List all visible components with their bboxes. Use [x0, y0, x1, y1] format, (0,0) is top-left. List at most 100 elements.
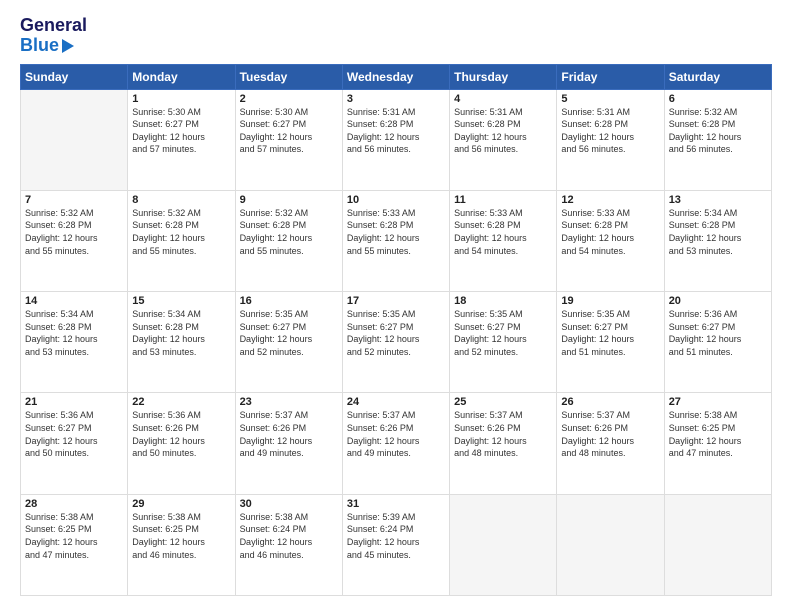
- col-header-friday: Friday: [557, 64, 664, 89]
- day-number: 23: [240, 396, 338, 408]
- day-info: Sunrise: 5:38 AM Sunset: 6:25 PM Dayligh…: [669, 409, 767, 459]
- calendar-cell: 16Sunrise: 5:35 AM Sunset: 6:27 PM Dayli…: [235, 292, 342, 393]
- day-info: Sunrise: 5:32 AM Sunset: 6:28 PM Dayligh…: [132, 207, 230, 257]
- day-number: 9: [240, 194, 338, 206]
- day-info: Sunrise: 5:36 AM Sunset: 6:27 PM Dayligh…: [669, 308, 767, 358]
- calendar-cell: 1Sunrise: 5:30 AM Sunset: 6:27 PM Daylig…: [128, 89, 235, 190]
- day-number: 18: [454, 295, 552, 307]
- calendar-cell: 3Sunrise: 5:31 AM Sunset: 6:28 PM Daylig…: [342, 89, 449, 190]
- calendar-week-row: 7 Sunrise: 5:32 AM Sunset: 6:28 PM Daylig…: [21, 190, 772, 291]
- calendar-week-row: 28Sunrise: 5:38 AM Sunset: 6:25 PM Dayli…: [21, 494, 772, 595]
- day-info: Sunrise: 5:37 AM Sunset: 6:26 PM Dayligh…: [454, 409, 552, 459]
- day-number: 3: [347, 93, 445, 105]
- calendar-week-row: 21Sunrise: 5:36 AM Sunset: 6:27 PM Dayli…: [21, 393, 772, 494]
- day-info: Sunrise: 5:33 AM Sunset: 6:28 PM Dayligh…: [454, 207, 552, 257]
- day-info: Sunrise: 5:34 AM Sunset: 6:28 PM Dayligh…: [132, 308, 230, 358]
- calendar-cell: [557, 494, 664, 595]
- day-number: 4: [454, 93, 552, 105]
- day-info: Sunrise: 5:38 AM Sunset: 6:25 PM Dayligh…: [132, 511, 230, 561]
- day-info: Sunrise: 5:30 AM Sunset: 6:27 PM Dayligh…: [240, 106, 338, 156]
- day-number: 30: [240, 498, 338, 510]
- day-number: 31: [347, 498, 445, 510]
- day-number: 17: [347, 295, 445, 307]
- calendar-cell: 2Sunrise: 5:30 AM Sunset: 6:27 PM Daylig…: [235, 89, 342, 190]
- col-header-sunday: Sunday: [21, 64, 128, 89]
- calendar-header-row: SundayMondayTuesdayWednesdayThursdayFrid…: [21, 64, 772, 89]
- calendar-cell: 19Sunrise: 5:35 AM Sunset: 6:27 PM Dayli…: [557, 292, 664, 393]
- calendar-cell: 12Sunrise: 5:33 AM Sunset: 6:28 PM Dayli…: [557, 190, 664, 291]
- day-number: 21: [25, 396, 123, 408]
- day-number: 14: [25, 295, 123, 307]
- day-number: 25: [454, 396, 552, 408]
- calendar-week-row: 14Sunrise: 5:34 AM Sunset: 6:28 PM Dayli…: [21, 292, 772, 393]
- col-header-saturday: Saturday: [664, 64, 771, 89]
- day-number: 24: [347, 396, 445, 408]
- day-number: 1: [132, 93, 230, 105]
- day-info: Sunrise: 5:37 AM Sunset: 6:26 PM Dayligh…: [561, 409, 659, 459]
- day-info: Sunrise: 5:38 AM Sunset: 6:24 PM Dayligh…: [240, 511, 338, 561]
- day-info: Sunrise: 5:35 AM Sunset: 6:27 PM Dayligh…: [454, 308, 552, 358]
- day-number: 10: [347, 194, 445, 206]
- day-info: Sunrise: 5:35 AM Sunset: 6:27 PM Dayligh…: [240, 308, 338, 358]
- day-info: Sunrise: 5:36 AM Sunset: 6:26 PM Dayligh…: [132, 409, 230, 459]
- calendar-cell: 17Sunrise: 5:35 AM Sunset: 6:27 PM Dayli…: [342, 292, 449, 393]
- calendar-cell: 29Sunrise: 5:38 AM Sunset: 6:25 PM Dayli…: [128, 494, 235, 595]
- col-header-wednesday: Wednesday: [342, 64, 449, 89]
- calendar-cell: 23Sunrise: 5:37 AM Sunset: 6:26 PM Dayli…: [235, 393, 342, 494]
- day-info: Sunrise: 5:31 AM Sunset: 6:28 PM Dayligh…: [561, 106, 659, 156]
- day-number: 26: [561, 396, 659, 408]
- day-number: 29: [132, 498, 230, 510]
- day-number: 2: [240, 93, 338, 105]
- day-number: 19: [561, 295, 659, 307]
- day-number: 7: [25, 194, 123, 206]
- header: General Blue: [20, 16, 772, 56]
- calendar-week-row: 1 Sunrise: 5:30 AM Sunset: 6:27 PM Daylig…: [21, 89, 772, 190]
- calendar-cell: 20Sunrise: 5:36 AM Sunset: 6:27 PM Dayli…: [664, 292, 771, 393]
- calendar-cell: 30Sunrise: 5:38 AM Sunset: 6:24 PM Dayli…: [235, 494, 342, 595]
- day-info: Sunrise: 5:35 AM Sunset: 6:27 PM Dayligh…: [347, 308, 445, 358]
- calendar-cell: 13Sunrise: 5:34 AM Sunset: 6:28 PM Dayli…: [664, 190, 771, 291]
- day-number: 13: [669, 194, 767, 206]
- col-header-thursday: Thursday: [450, 64, 557, 89]
- day-info: Sunrise: 5:36 AM Sunset: 6:27 PM Dayligh…: [25, 409, 123, 459]
- logo-general: General: [20, 15, 87, 35]
- calendar-cell: 10Sunrise: 5:33 AM Sunset: 6:28 PM Dayli…: [342, 190, 449, 291]
- calendar-cell: 25Sunrise: 5:37 AM Sunset: 6:26 PM Dayli…: [450, 393, 557, 494]
- day-number: 27: [669, 396, 767, 408]
- day-number: 28: [25, 498, 123, 510]
- day-info: Sunrise: 5:34 AM Sunset: 6:28 PM Dayligh…: [25, 308, 123, 358]
- calendar-table: SundayMondayTuesdayWednesdayThursdayFrid…: [20, 64, 772, 596]
- day-info: Sunrise: 5:33 AM Sunset: 6:28 PM Dayligh…: [347, 207, 445, 257]
- col-header-tuesday: Tuesday: [235, 64, 342, 89]
- calendar-cell: 24Sunrise: 5:37 AM Sunset: 6:26 PM Dayli…: [342, 393, 449, 494]
- calendar-cell: 15Sunrise: 5:34 AM Sunset: 6:28 PM Dayli…: [128, 292, 235, 393]
- logo-blue: Blue: [20, 36, 59, 56]
- day-info: Sunrise: 5:35 AM Sunset: 6:27 PM Dayligh…: [561, 308, 659, 358]
- day-number: 12: [561, 194, 659, 206]
- calendar-cell: 7Sunrise: 5:32 AM Sunset: 6:28 PM Daylig…: [21, 190, 128, 291]
- day-number: 20: [669, 295, 767, 307]
- calendar-cell: [450, 494, 557, 595]
- calendar-cell: 28Sunrise: 5:38 AM Sunset: 6:25 PM Dayli…: [21, 494, 128, 595]
- day-number: 8: [132, 194, 230, 206]
- calendar-cell: [664, 494, 771, 595]
- day-number: 22: [132, 396, 230, 408]
- calendar-cell: 27Sunrise: 5:38 AM Sunset: 6:25 PM Dayli…: [664, 393, 771, 494]
- day-number: 5: [561, 93, 659, 105]
- day-info: Sunrise: 5:37 AM Sunset: 6:26 PM Dayligh…: [240, 409, 338, 459]
- calendar-cell: 26Sunrise: 5:37 AM Sunset: 6:26 PM Dayli…: [557, 393, 664, 494]
- calendar-cell: 31Sunrise: 5:39 AM Sunset: 6:24 PM Dayli…: [342, 494, 449, 595]
- calendar-cell: 9Sunrise: 5:32 AM Sunset: 6:28 PM Daylig…: [235, 190, 342, 291]
- calendar-cell: 22Sunrise: 5:36 AM Sunset: 6:26 PM Dayli…: [128, 393, 235, 494]
- logo: General Blue: [20, 16, 87, 56]
- day-info: Sunrise: 5:38 AM Sunset: 6:25 PM Dayligh…: [25, 511, 123, 561]
- logo-arrow-icon: [62, 39, 74, 53]
- day-info: Sunrise: 5:32 AM Sunset: 6:28 PM Dayligh…: [669, 106, 767, 156]
- day-info: Sunrise: 5:34 AM Sunset: 6:28 PM Dayligh…: [669, 207, 767, 257]
- day-info: Sunrise: 5:37 AM Sunset: 6:26 PM Dayligh…: [347, 409, 445, 459]
- day-number: 11: [454, 194, 552, 206]
- calendar-cell: 11Sunrise: 5:33 AM Sunset: 6:28 PM Dayli…: [450, 190, 557, 291]
- logo-text: General: [20, 16, 87, 36]
- calendar-cell: 18Sunrise: 5:35 AM Sunset: 6:27 PM Dayli…: [450, 292, 557, 393]
- calendar-cell: 5Sunrise: 5:31 AM Sunset: 6:28 PM Daylig…: [557, 89, 664, 190]
